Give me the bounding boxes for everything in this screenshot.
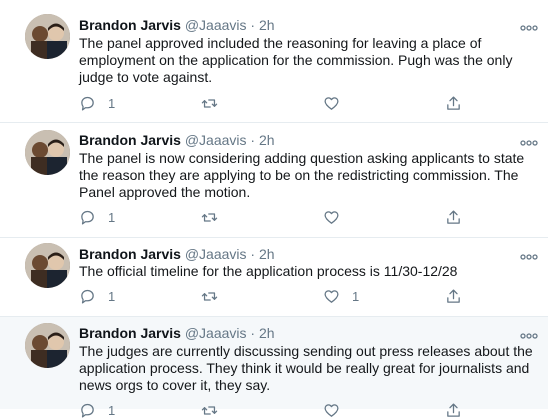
avatar[interactable] — [25, 130, 70, 175]
tweet[interactable]: Brandon Jarvis @Jaaavis · 2h The panel i… — [0, 123, 548, 238]
retweet-button[interactable] — [201, 401, 230, 419]
retweet-button[interactable] — [201, 287, 230, 305]
tweet[interactable]: Brandon Jarvis @Jaaavis · 2h The officia… — [0, 238, 548, 317]
share-icon — [447, 402, 460, 417]
timestamp[interactable]: 2h — [259, 325, 275, 341]
author-name[interactable]: Brandon Jarvis — [79, 132, 181, 148]
heart-icon — [324, 96, 339, 110]
avatar[interactable] — [25, 243, 70, 288]
retweet-icon — [201, 291, 218, 301]
like-button[interactable]: 1 — [323, 287, 359, 305]
avatar[interactable] — [25, 14, 70, 59]
tweet-actions: 1 1 — [79, 287, 479, 305]
avatar-photo-icon — [25, 130, 70, 175]
retweet-button[interactable] — [201, 208, 230, 226]
author-handle[interactable]: @Jaaavis — [185, 325, 247, 341]
like-button[interactable] — [323, 208, 352, 226]
reply-icon — [81, 403, 94, 418]
reply-button[interactable]: 1 — [79, 401, 115, 419]
reply-button[interactable]: 1 — [79, 287, 115, 305]
author-name[interactable]: Brandon Jarvis — [79, 17, 181, 33]
tweet[interactable]: Brandon Jarvis @Jaaavis · 2h The judges … — [0, 317, 548, 418]
timestamp[interactable]: 2h — [259, 17, 275, 33]
more-icon[interactable] — [520, 135, 538, 146]
tweet-header: Brandon Jarvis @Jaaavis · 2h — [79, 16, 275, 34]
tweet-text: The panel is now considering adding ques… — [79, 150, 525, 200]
like-button[interactable] — [323, 94, 352, 112]
tweet-actions: 1 — [79, 401, 479, 419]
more-icon[interactable] — [520, 249, 538, 260]
tweet-text: The official timeline for the applicatio… — [79, 263, 458, 279]
reply-count: 1 — [108, 402, 116, 418]
author-handle[interactable]: @Jaaavis — [185, 246, 247, 262]
reply-button[interactable]: 1 — [79, 94, 115, 112]
tweet-actions: 1 — [79, 94, 479, 112]
avatar-photo-icon — [25, 14, 70, 59]
more-icon[interactable] — [520, 328, 538, 339]
heart-icon — [324, 289, 339, 303]
separator-dot: · — [250, 132, 256, 148]
tweet-header: Brandon Jarvis @Jaaavis · 2h — [79, 245, 275, 263]
share-icon — [447, 95, 460, 110]
tweet-header: Brandon Jarvis @Jaaavis · 2h — [79, 324, 275, 342]
author-name[interactable]: Brandon Jarvis — [79, 325, 181, 341]
share-button[interactable] — [445, 401, 462, 419]
timestamp[interactable]: 2h — [259, 132, 275, 148]
like-count: 1 — [352, 288, 360, 304]
avatar[interactable] — [25, 323, 70, 368]
tweet-text: The judges are currently discussing send… — [79, 343, 533, 393]
share-icon — [447, 209, 460, 224]
separator-dot: · — [250, 325, 256, 341]
author-handle[interactable]: @Jaaavis — [185, 132, 247, 148]
reply-count: 1 — [108, 209, 116, 225]
tweet-header: Brandon Jarvis @Jaaavis · 2h — [79, 131, 275, 149]
reply-count: 1 — [108, 288, 116, 304]
reply-button[interactable]: 1 — [79, 208, 115, 226]
timestamp[interactable]: 2h — [259, 246, 275, 262]
share-button[interactable] — [445, 287, 462, 305]
separator-dot: · — [250, 17, 256, 33]
author-name[interactable]: Brandon Jarvis — [79, 246, 181, 262]
retweet-button[interactable] — [201, 94, 230, 112]
tweet-text: The panel approved included the reasonin… — [79, 35, 513, 85]
tweet[interactable]: Brandon Jarvis @Jaaavis · 2h The panel a… — [0, 0, 548, 123]
share-button[interactable] — [445, 94, 462, 112]
author-handle[interactable]: @Jaaavis — [185, 17, 247, 33]
share-button[interactable] — [445, 208, 462, 226]
reply-icon — [81, 210, 94, 225]
separator-dot: · — [250, 246, 256, 262]
heart-icon — [324, 403, 339, 417]
avatar-photo-icon — [25, 243, 70, 288]
retweet-icon — [201, 98, 218, 108]
reply-count: 1 — [108, 95, 116, 111]
tweet-actions: 1 — [79, 208, 479, 226]
retweet-icon — [201, 212, 218, 222]
share-icon — [447, 288, 460, 303]
more-icon[interactable] — [520, 20, 538, 31]
avatar-photo-icon — [25, 323, 70, 368]
retweet-icon — [201, 405, 218, 415]
reply-icon — [81, 96, 94, 111]
heart-icon — [324, 210, 339, 224]
like-button[interactable] — [323, 401, 352, 419]
reply-icon — [81, 289, 94, 304]
